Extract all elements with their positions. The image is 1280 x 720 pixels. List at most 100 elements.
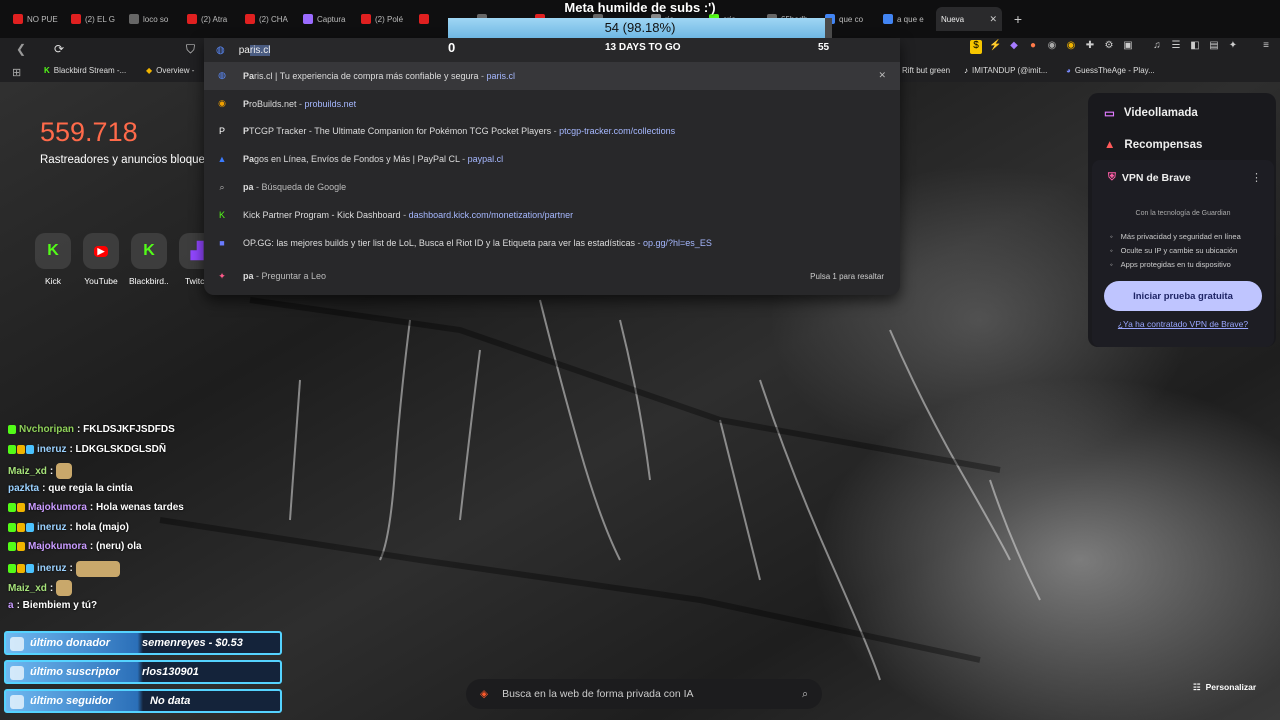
bookmark-item[interactable]: ◕ GuessTheAge - Play...: [1066, 66, 1155, 75]
vpn-feature: ◦ Apps protegidas en tu dispositivo: [1110, 260, 1231, 269]
badge-icon: [8, 542, 16, 551]
separator: -: [551, 126, 560, 137]
videocall-button[interactable]: ▭ Videollamada: [1104, 106, 1198, 120]
suggestion-item[interactable]: P PTCGP Tracker - The Ultimate Companion …: [204, 118, 900, 146]
chat-text: : FKLDSJKFJSDFDS: [77, 424, 175, 435]
suggestion-item[interactable]: ■ OP.GG: las mejores builds y tier list d…: [204, 229, 900, 257]
chat-message: ineruz:: [8, 560, 120, 577]
already-subscribed-link[interactable]: ¿Ya ha contratado VPN de Brave?: [1092, 319, 1274, 329]
puzzle-icon[interactable]: ⚙: [1103, 40, 1115, 54]
badge-icon: [17, 564, 25, 573]
extension-icon[interactable]: ◉: [1046, 40, 1058, 54]
suggestion-item[interactable]: ✦ pa - Preguntar a Leo Pulsa 1 para resalt…: [204, 263, 900, 291]
chat-message: ineruz: hola (majo): [8, 522, 129, 533]
tab[interactable]: NO PUE: [8, 7, 66, 31]
music-icon[interactable]: ♫: [1151, 40, 1163, 54]
shortcut-kick[interactable]: K Kick: [33, 233, 73, 286]
suggestion-url: op.gg/?hl=es_ES: [643, 237, 712, 248]
shortcut-youtube[interactable]: ▶ YouTube: [81, 233, 121, 286]
sidebar-icon[interactable]: ◧: [1189, 40, 1201, 54]
apps-grid-icon[interactable]: ⊞: [12, 66, 21, 79]
bookmark-item[interactable]: ♪ IMITANDUP (@imit...: [964, 66, 1047, 75]
start-trial-button[interactable]: Iniciar prueba gratuita: [1104, 281, 1262, 311]
tab-label: Nueva: [941, 14, 965, 24]
tab-label: loco so: [143, 14, 169, 24]
more-options-icon[interactable]: ⋮: [1251, 171, 1262, 184]
chat-text: :: [69, 563, 73, 574]
chat-username: pazkta: [8, 482, 40, 494]
tab[interactable]: loco so: [124, 7, 182, 31]
tab[interactable]: a que e: [878, 7, 936, 31]
shortcut-blackbird[interactable]: K Blackbird...: [129, 233, 169, 286]
extension-icon[interactable]: ◆: [1008, 40, 1020, 54]
ptcgp-icon: P: [218, 126, 225, 137]
sub-goal-overlay: Meta humilde de subs :') 54 (98.18%): [448, 0, 832, 40]
page-icon: [129, 14, 139, 24]
remove-suggestion-icon[interactable]: ✕: [878, 70, 886, 81]
suggestion-list: ◍ Paris.cl | Tu experiencia de compra más…: [204, 62, 900, 290]
tab-label: a que e: [897, 14, 924, 24]
bookmark-item[interactable]: Rift but green: [902, 66, 950, 75]
emote-image: [56, 463, 73, 479]
badge-icon: [8, 522, 16, 532]
extension-icon[interactable]: $: [970, 40, 982, 54]
extension-icon[interactable]: ◉: [1065, 40, 1077, 54]
chat-message: Maiz_xd:: [8, 580, 73, 596]
bookmark-item[interactable]: ◆ Overview -: [146, 66, 194, 75]
kick-icon: K: [44, 66, 50, 75]
suggestion-item[interactable]: ◉ ProBuilds.net - probuilds.net: [204, 90, 900, 118]
lightning-icon[interactable]: ⚡: [989, 40, 1001, 54]
google-icon: [883, 14, 893, 24]
match-text: pa: [243, 182, 254, 193]
separator: -: [459, 154, 468, 165]
menu-icon[interactable]: ≡: [1260, 40, 1272, 54]
search-icon: ⌕: [802, 687, 808, 700]
extension-icon[interactable]: ✚: [1084, 40, 1096, 54]
customize-button[interactable]: ☷ Personalizar: [1193, 682, 1256, 693]
address-bar[interactable]: ◍ paris.cl: [204, 38, 900, 62]
chat-username: ineruz: [37, 521, 67, 533]
chat-message: Nvchoripan: FKLDSJKFJSDFDS: [8, 424, 175, 435]
tab[interactable]: (2) Atra: [182, 7, 240, 31]
wallet-icon[interactable]: ▤: [1208, 40, 1220, 54]
suggestion-item[interactable]: K Kick Partner Program - Kick Dashboard -…: [204, 201, 900, 229]
tab[interactable]: (2) Polé: [356, 7, 414, 31]
match-text: pa: [243, 271, 254, 282]
badge-icon: [8, 503, 16, 512]
tab[interactable]: Nueva ✕: [936, 7, 1002, 31]
bookmark-icon[interactable]: ⛉: [186, 42, 195, 57]
reading-list-icon[interactable]: ☰: [1170, 40, 1182, 54]
chat-message: a: Biembiem y tú?: [8, 600, 97, 611]
tab-label: (2) EL G: [85, 14, 115, 24]
tab[interactable]: Captura: [298, 7, 356, 31]
suggestion-item[interactable]: ▲ Pagos en Línea, Envíos de Fondos y Más …: [204, 145, 900, 173]
screen-icon[interactable]: ▣: [1122, 40, 1134, 54]
private-ai-search[interactable]: ◈ Busca en la web de forma privada con I…: [466, 679, 822, 709]
tab[interactable]: (2) EL G: [66, 7, 124, 31]
suggestion-url: Preguntar a Leo: [261, 271, 327, 282]
chat-message: Majokumora: Hola wenas tardes: [8, 502, 184, 513]
separator: -: [253, 182, 262, 193]
sliders-icon: ☷: [1193, 682, 1201, 692]
suggestion-item[interactable]: ⌕ pa - Búsqueda de Google: [204, 173, 900, 201]
shield-icon: ⛨: [1108, 171, 1116, 183]
tab-label: (2) Atra: [201, 14, 228, 24]
suggestion-text: pa - Búsqueda de Google: [243, 182, 346, 192]
rewards-button[interactable]: ▲ Recompensas: [1104, 139, 1202, 151]
leo-icon[interactable]: ✦: [1227, 40, 1239, 54]
address-text[interactable]: paris.cl: [239, 44, 271, 56]
trackers-blocked-count: 559.718: [40, 117, 138, 147]
tab[interactable]: (2) CHA: [240, 7, 298, 31]
chat-text: : Biembiem y tú?: [16, 599, 98, 611]
kick-icon: K: [131, 233, 167, 269]
new-tab-icon[interactable]: +: [1008, 11, 1028, 27]
bookmark-item[interactable]: K Blackbird Stream -...: [44, 66, 126, 75]
close-tab-icon[interactable]: ✕: [989, 14, 997, 25]
badge-icon: [26, 444, 34, 454]
chat-message: Majokumora: (neru) ola: [8, 541, 142, 552]
reload-icon[interactable]: ⟳: [54, 42, 64, 56]
extension-icon[interactable]: ●: [1027, 40, 1039, 54]
brave-lion-icon: ◈: [480, 688, 489, 700]
back-icon[interactable]: ❮: [16, 42, 26, 56]
suggestion-item[interactable]: ◍ Paris.cl | Tu experiencia de compra más…: [204, 62, 900, 90]
